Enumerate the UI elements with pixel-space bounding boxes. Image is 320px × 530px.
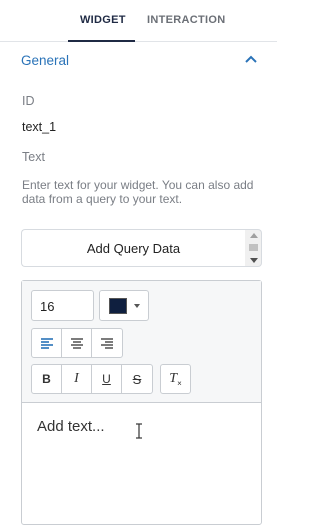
rich-text-editor: 16 B I U S T × Add text... <box>21 280 262 525</box>
tab-bar: WIDGET INTERACTION <box>0 0 277 42</box>
help-text: Enter text for your widget. You can also… <box>22 178 254 206</box>
clear-format-icon: T <box>169 371 178 386</box>
alignment-group <box>31 328 123 358</box>
editor-toolbar: 16 B I U S T × <box>22 281 261 403</box>
tab-widget[interactable]: WIDGET <box>80 14 126 26</box>
active-tab-indicator <box>68 40 135 42</box>
add-query-data-button[interactable]: Add Query Data <box>21 229 245 267</box>
align-left-icon <box>40 338 53 349</box>
scroll-down-icon[interactable] <box>250 258 258 263</box>
clear-format-button[interactable]: T × <box>160 364 191 394</box>
id-value[interactable]: text_1 <box>22 120 56 134</box>
scrollbar[interactable] <box>245 229 262 267</box>
chevron-up-icon <box>245 55 257 63</box>
general-section-header[interactable]: General <box>0 44 277 76</box>
italic-button[interactable]: I <box>62 365 92 393</box>
id-label: ID <box>22 94 35 108</box>
add-query-data-label: Add Query Data <box>86 240 181 256</box>
underline-button[interactable]: U <box>92 365 122 393</box>
align-right-icon <box>101 338 113 349</box>
align-center-icon <box>70 338 83 349</box>
text-cursor-icon <box>136 423 142 439</box>
tab-interaction[interactable]: INTERACTION <box>147 14 225 26</box>
editor-placeholder: Add text... <box>37 418 105 435</box>
align-right-button[interactable] <box>92 329 122 357</box>
editor-text-area[interactable]: Add text... <box>22 403 261 524</box>
bold-button[interactable]: B <box>32 365 62 393</box>
strikethrough-button[interactable]: S <box>122 365 152 393</box>
text-label: Text <box>22 150 45 164</box>
font-size-input[interactable]: 16 <box>31 290 94 321</box>
format-group: B I U S <box>31 364 153 394</box>
color-swatch <box>109 298 127 314</box>
caret-down-icon <box>134 304 140 308</box>
scrollbar-thumb[interactable] <box>249 244 258 251</box>
align-left-button[interactable] <box>32 329 62 357</box>
text-color-picker[interactable] <box>99 290 149 321</box>
align-center-button[interactable] <box>62 329 92 357</box>
clear-x-icon: × <box>177 378 182 388</box>
section-title: General <box>21 53 70 68</box>
scroll-up-icon[interactable] <box>250 233 258 238</box>
